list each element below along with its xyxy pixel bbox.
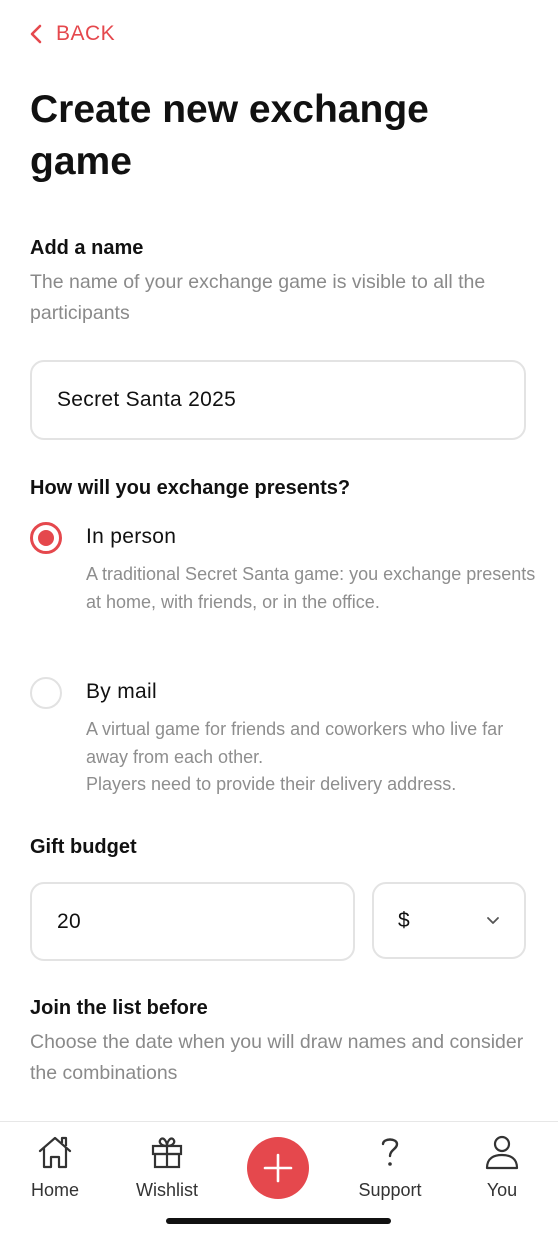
in-person-description: A traditional Secret Santa game: you exc… bbox=[86, 564, 536, 612]
home-indicator bbox=[166, 1218, 391, 1224]
exchange-section-title: How will you exchange presents? bbox=[30, 477, 351, 499]
tab-home[interactable]: Home bbox=[27, 1132, 83, 1201]
tab-support-label: Support bbox=[358, 1180, 422, 1200]
question-icon bbox=[381, 1138, 399, 1166]
name-section-title: Add a name bbox=[30, 237, 144, 259]
tab-home-label: Home bbox=[30, 1180, 79, 1200]
budget-section-title: Gift budget bbox=[30, 836, 137, 858]
plus-icon bbox=[263, 1153, 293, 1183]
name-section-description: The name of your exchange game is visibl… bbox=[30, 271, 486, 324]
budget-amount-input[interactable]: 20 bbox=[30, 882, 355, 961]
game-name-value: Secret Santa 2025 bbox=[57, 388, 237, 411]
tab-wishlist[interactable]: Wishlist bbox=[128, 1132, 206, 1201]
by-mail-description-line1: A virtual game for friends and coworkers… bbox=[86, 719, 504, 767]
back-button[interactable]: BACK bbox=[28, 22, 115, 46]
by-mail-description-line2: Players need to provide their delivery a… bbox=[86, 774, 457, 794]
game-name-input[interactable]: Secret Santa 2025 bbox=[30, 360, 526, 440]
add-game-button[interactable] bbox=[247, 1137, 309, 1199]
page-title: Create new exchange game bbox=[30, 88, 429, 183]
chevron-left-icon bbox=[30, 24, 42, 44]
chevron-down-icon bbox=[487, 916, 499, 924]
by-mail-radio[interactable] bbox=[30, 677, 62, 709]
in-person-label[interactable]: In person bbox=[86, 525, 176, 549]
tab-wishlist-label: Wishlist bbox=[136, 1180, 198, 1200]
gift-icon bbox=[151, 1137, 183, 1169]
by-mail-label[interactable]: By mail bbox=[86, 680, 157, 704]
in-person-radio[interactable] bbox=[30, 522, 62, 554]
tab-you-label: You bbox=[486, 1180, 518, 1200]
currency-select[interactable]: $ bbox=[372, 882, 526, 959]
budget-amount-value: 20 bbox=[57, 909, 81, 933]
home-icon bbox=[38, 1136, 72, 1169]
currency-value: $ bbox=[398, 908, 410, 932]
tab-support[interactable]: Support bbox=[351, 1132, 429, 1201]
back-label: BACK bbox=[56, 22, 116, 45]
join-section-title: Join the list before bbox=[30, 997, 208, 1019]
by-mail-description: A virtual game for friends and coworkers… bbox=[86, 716, 536, 799]
tab-you[interactable]: You bbox=[478, 1132, 526, 1201]
join-section-description: Choose the date when you will draw names… bbox=[30, 1031, 524, 1084]
user-icon bbox=[485, 1135, 519, 1170]
